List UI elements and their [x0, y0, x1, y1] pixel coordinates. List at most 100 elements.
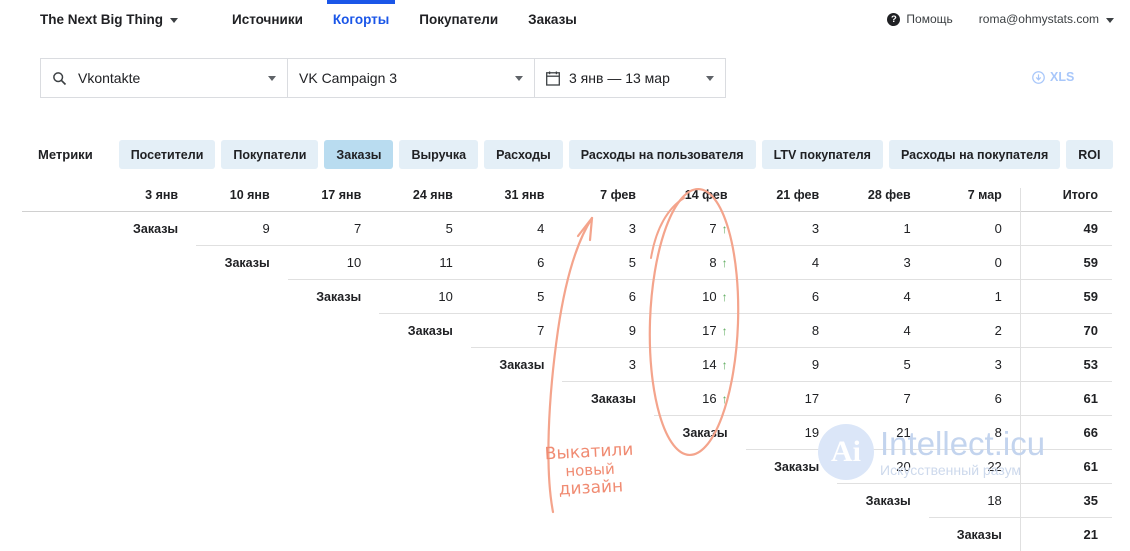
- cohort-empty-cell: [562, 416, 654, 450]
- cohort-value-cell: 6: [929, 382, 1021, 416]
- cohort-row-spacer: [22, 212, 105, 246]
- cohort-empty-cell: [379, 382, 471, 416]
- cohort-value-cell: 7↑: [654, 212, 746, 246]
- cohort-empty-cell: [105, 450, 197, 484]
- cohort-empty-cell: [196, 518, 288, 551]
- metric-tab-revenue[interactable]: Выручка: [399, 140, 478, 169]
- cohort-column-header: 14 фев: [654, 188, 746, 212]
- cohort-total-cell: 61: [1020, 382, 1112, 416]
- metric-tab-visitors[interactable]: Посетители: [119, 140, 216, 169]
- source-select[interactable]: Vkontakte: [40, 58, 288, 98]
- brand-selector[interactable]: The Next Big Thing: [40, 12, 178, 27]
- brand-label: The Next Big Thing: [40, 12, 163, 27]
- nav-item-sources[interactable]: Источники: [232, 0, 303, 38]
- metric-tab-buyers[interactable]: Покупатели: [221, 140, 318, 169]
- cohort-total-cell: 49: [1020, 212, 1112, 246]
- cohort-value-cell: 6: [471, 246, 563, 280]
- trend-up-icon: ↑: [722, 256, 728, 270]
- top-navigation-bar: The Next Big Thing Источники Когорты Пок…: [0, 0, 1130, 38]
- cohort-empty-cell: [288, 450, 380, 484]
- cohort-empty-cell: [196, 348, 288, 382]
- help-icon: ?: [887, 13, 900, 26]
- cohort-row-spacer: [22, 382, 105, 416]
- cohort-column-header: 7 фев: [562, 188, 654, 212]
- table-row: Заказы105610↑64159: [22, 280, 1112, 314]
- nav-item-cohorts[interactable]: Когорты: [333, 0, 389, 38]
- cohort-value-cell: 21: [837, 416, 929, 450]
- cohort-row-spacer: [22, 450, 105, 484]
- help-label: Помощь: [906, 12, 952, 26]
- cohort-value-cell: 3: [746, 212, 838, 246]
- cohort-value-cell: 10↑: [654, 280, 746, 314]
- cohort-table-head: 3 янв10 янв17 янв24 янв31 янв7 фев14 фев…: [22, 188, 1112, 212]
- table-row: Заказы314↑95353: [22, 348, 1112, 382]
- cohort-total-cell: 21: [1020, 518, 1112, 551]
- cohort-value-cell: 3: [562, 212, 654, 246]
- cohort-value-cell: 9: [196, 212, 288, 246]
- cohort-value-cell: 9: [746, 348, 838, 382]
- cohort-value-cell: 5: [562, 246, 654, 280]
- cohort-empty-cell: [288, 348, 380, 382]
- cohort-empty-cell: [196, 450, 288, 484]
- cohort-table-body: Заказы975437↑31049Заказы1011658↑43059Зак…: [22, 212, 1112, 551]
- cohort-value-cell: 20: [837, 450, 929, 484]
- cohort-value-cell: 4: [837, 280, 929, 314]
- nav-item-orders-label: Заказы: [528, 12, 577, 27]
- cohort-empty-cell: [471, 450, 563, 484]
- help-button[interactable]: ? Помощь: [887, 12, 952, 26]
- cohort-value-cell: 17↑: [654, 314, 746, 348]
- cohort-empty-cell: [105, 416, 197, 450]
- nav-item-sources-label: Источники: [232, 12, 303, 27]
- cohort-value-cell: 0: [929, 246, 1021, 280]
- campaign-select[interactable]: VK Campaign 3: [287, 58, 535, 98]
- export-xls-button[interactable]: XLS: [1032, 70, 1074, 84]
- metric-tab-cost-per-buyer-label: Расходы на покупателя: [901, 148, 1048, 162]
- cohort-value-cell: 8: [929, 416, 1021, 450]
- date-range-select[interactable]: 3 янв — 13 мар: [534, 58, 726, 98]
- metric-tab-orders[interactable]: Заказы: [324, 140, 393, 169]
- cohort-value-cell: 4: [746, 246, 838, 280]
- nav-item-customers[interactable]: Покупатели: [419, 0, 498, 38]
- trend-up-icon: ↑: [722, 392, 728, 406]
- cohort-row-label: Заказы: [654, 416, 746, 450]
- metric-tab-ltv[interactable]: LTV покупателя: [762, 140, 883, 169]
- cohort-value-cell: 1: [837, 212, 929, 246]
- account-menu[interactable]: roma@ohmystats.com: [979, 12, 1114, 26]
- cohort-table-container: 3 янв10 янв17 янв24 янв31 янв7 фев14 фев…: [22, 188, 1112, 551]
- chevron-down-icon: [515, 76, 523, 81]
- cohort-value-cell: 0: [929, 212, 1021, 246]
- metric-tab-costs[interactable]: Расходы: [484, 140, 563, 169]
- cohort-row-label: Заказы: [379, 314, 471, 348]
- primary-nav-links: Источники Когорты Покупатели Заказы: [232, 0, 607, 38]
- chevron-down-icon: [170, 18, 178, 23]
- cohort-column-header: 24 янв: [379, 188, 471, 212]
- cohort-empty-cell: [196, 484, 288, 518]
- metric-tab-ltv-label: LTV покупателя: [774, 148, 871, 162]
- cohort-row-label: Заказы: [562, 382, 654, 416]
- cohort-value-cell: 7: [837, 382, 929, 416]
- nav-item-orders[interactable]: Заказы: [528, 0, 577, 38]
- table-row: Заказы7917↑84270: [22, 314, 1112, 348]
- metric-tab-cost-per-user[interactable]: Расходы на пользователя: [569, 140, 756, 169]
- cohort-value-cell: 7: [471, 314, 563, 348]
- cohort-empty-cell: [746, 484, 838, 518]
- cohort-empty-cell: [105, 280, 197, 314]
- cohort-empty-cell: [471, 518, 563, 551]
- cohort-empty-cell: [471, 484, 563, 518]
- trend-up-icon: ↑: [722, 324, 728, 338]
- cohort-value-cell: 8↑: [654, 246, 746, 280]
- cohort-column-header: 28 фев: [837, 188, 929, 212]
- cohort-row-spacer: [22, 348, 105, 382]
- cohort-total-cell: 53: [1020, 348, 1112, 382]
- cohort-value-cell: 6: [746, 280, 838, 314]
- metric-tab-cost-per-buyer[interactable]: Расходы на покупателя: [889, 140, 1060, 169]
- metric-tab-roi[interactable]: ROI: [1066, 140, 1112, 169]
- cohort-total-cell: 66: [1020, 416, 1112, 450]
- cohort-column-header: 10 янв: [196, 188, 288, 212]
- metric-tab-buyers-label: Покупатели: [233, 148, 306, 162]
- cohort-empty-cell: [196, 314, 288, 348]
- cohort-empty-cell: [105, 382, 197, 416]
- chevron-down-icon: [706, 76, 714, 81]
- cohort-row-spacer: [22, 416, 105, 450]
- cohort-value-cell: 7: [288, 212, 380, 246]
